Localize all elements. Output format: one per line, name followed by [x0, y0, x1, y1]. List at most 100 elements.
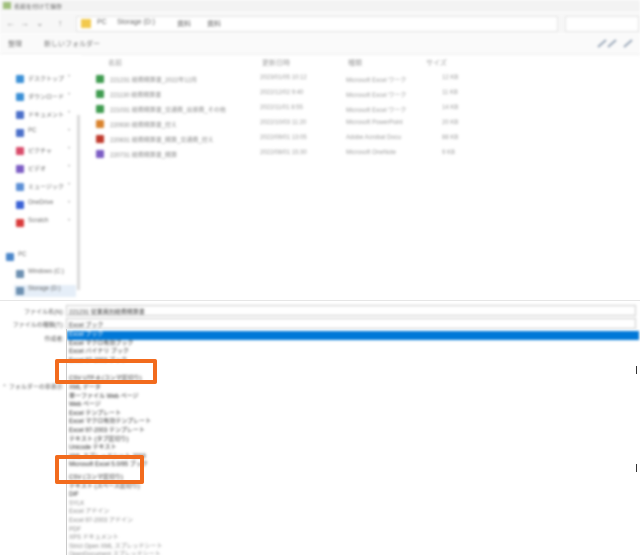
nav-item[interactable]: OneDrive •: [14, 199, 76, 211]
view-options-icon[interactable]: [596, 39, 636, 48]
pin-icon: •: [68, 92, 71, 98]
breadcrumb-item[interactable]: Storage (D:): [117, 19, 155, 26]
filetype-option[interactable]: SYLK: [67, 500, 639, 509]
file-name: 221231 経費精算書_2022年12月: [110, 78, 198, 84]
app-icon: [3, 2, 11, 9]
filetype-option[interactable]: XML スプレッドシート 2003: [67, 453, 639, 462]
file-name: 220731 経費精算書_精算: [110, 153, 178, 159]
file-date: 2022/08/01 15:30: [260, 150, 307, 156]
filetype-option[interactable]: Excel 97-2003 テンプレート: [67, 427, 639, 436]
forward-icon[interactable]: →: [20, 18, 29, 28]
chevron-down-icon[interactable]: ⌄: [36, 18, 44, 28]
folder-icon: [16, 93, 24, 101]
file-size: 88 KB: [442, 135, 459, 141]
column-header-type[interactable]: 種類: [348, 58, 362, 68]
nav-item[interactable]: ミュージック •: [14, 181, 76, 193]
pin-icon: •: [68, 146, 71, 152]
nav-item[interactable]: ピクチャ •: [14, 145, 76, 157]
filetype-option[interactable]: DIF: [67, 491, 639, 500]
folder-icon: [16, 219, 24, 227]
nav-item[interactable]: デスクトップ •: [14, 73, 76, 85]
nav-scrollbar[interactable]: [77, 115, 80, 290]
nav-item[interactable]: PC •: [14, 127, 76, 139]
nav-item-label: OneDrive: [28, 200, 54, 206]
filetype-option[interactable]: XPS ドキュメント: [67, 534, 639, 543]
nav-item-label: ミュージック: [28, 185, 64, 191]
filetype-option[interactable]: Excel バイナリ ブック: [67, 348, 639, 357]
filetype-option[interactable]: Unicode テキスト: [67, 444, 639, 453]
drive-icon: [16, 270, 24, 278]
file-date: 2022/09/01 13:05: [260, 135, 307, 141]
filetype-option[interactable]: Excel テンプレート: [67, 410, 639, 419]
column-header-date[interactable]: 更新日時: [262, 58, 290, 68]
filetype-select[interactable]: Excel ブック: [66, 318, 636, 329]
pin-icon: •: [68, 74, 71, 80]
filetype-option[interactable]: Strict Open XML スプレッドシート: [67, 543, 639, 552]
address-input[interactable]: PC Storage (D:) 資料 資料: [76, 16, 558, 32]
breadcrumb-item[interactable]: PC: [97, 19, 107, 26]
nav-item-label: ピクチャ: [28, 149, 52, 155]
filename-label: ファイル名(N):: [24, 310, 64, 316]
pin-icon: •: [68, 182, 71, 188]
nav-item[interactable]: ビデオ •: [14, 163, 76, 175]
nav-item-label: ダウンロード: [28, 95, 65, 101]
file-type: Microsoft Excel ワーク: [346, 108, 407, 114]
hide-folders-button[interactable]: ⌃ フォルダーの非表示: [2, 382, 63, 391]
filetype-option[interactable]: 単一ファイル Web ページ: [67, 393, 639, 402]
new-folder-button[interactable]: 新しいフォルダー: [44, 39, 100, 49]
window-title: 名前を付けて保存: [14, 5, 63, 11]
column-header-name[interactable]: 名前: [108, 58, 122, 68]
file-row[interactable]: 221130 経費精算書 2022/12/02 9:40 Microsoft Exc…: [96, 88, 476, 100]
back-icon[interactable]: ←: [6, 18, 15, 28]
nav-item-label: ビデオ: [28, 167, 47, 173]
pin-icon: •: [68, 218, 71, 224]
author-label: 作成者:: [44, 337, 64, 343]
pin-icon: •: [68, 200, 71, 206]
folder-icon: [16, 183, 24, 191]
filetype-option[interactable]: Excel アドイン: [67, 508, 639, 517]
column-header-size[interactable]: サイズ: [426, 58, 447, 68]
file-size: 20 KB: [442, 120, 459, 126]
folder-icon: [16, 165, 24, 173]
address-bar: ← → ⌄ ↑ PC Storage (D:) 資料 資料: [0, 12, 640, 34]
nav-item-pc[interactable]: PC: [4, 251, 66, 263]
file-row[interactable]: 220731 経費精算書_精算 2022/08/01 15:30 Microsoft…: [96, 148, 476, 160]
filename-input[interactable]: 221231 従業員別経費精算書: [66, 305, 636, 316]
drive-icon: [16, 287, 24, 295]
folder-icon: [16, 75, 24, 83]
filetype-option[interactable]: Web ページ: [67, 401, 639, 410]
filetype-option[interactable]: Excel ブック: [67, 331, 639, 340]
filetype-option[interactable]: PDF: [67, 526, 639, 535]
nav-item-label: デスクトップ: [28, 77, 65, 83]
file-size: 11 KB: [442, 90, 458, 96]
breadcrumb-item[interactable]: 資料: [207, 19, 221, 29]
filetype-option[interactable]: OpenDocument スプレッドシート: [67, 551, 639, 555]
filetype-option[interactable]: XML データ: [67, 384, 639, 393]
command-bar: 整理 新しいフォルダー: [0, 34, 640, 55]
search-input[interactable]: [565, 16, 639, 32]
filetype-option[interactable]: Excel マクロ有効テンプレート: [67, 418, 639, 427]
nav-item[interactable]: ダウンロード •: [14, 91, 76, 103]
file-icon: [96, 120, 104, 128]
nav-item-drive-c[interactable]: Windows (C:): [14, 268, 76, 280]
folder-icon: [16, 111, 24, 119]
filetype-option[interactable]: CSV (コンマ区切り): [67, 474, 639, 483]
nav-item[interactable]: Scratch •: [14, 217, 76, 229]
pin-icon: •: [68, 164, 71, 170]
file-row[interactable]: 220831 経費精算書_精算_交通費_控え 2022/09/01 13:05 Ad…: [96, 133, 476, 145]
file-name: 220831 経費精算書_精算_交通費_控え: [110, 138, 214, 144]
filetype-option[interactable]: Microsoft Excel 5.0/95 ブック: [67, 461, 639, 470]
up-icon[interactable]: ↑: [58, 18, 66, 28]
nav-item-drive-d[interactable]: Storage (D:): [14, 285, 76, 297]
file-row[interactable]: 221231 経費精算書_2022年12月 2023/01/05 10:12 Mic…: [96, 73, 476, 85]
file-icon: [96, 135, 104, 143]
breadcrumb-item[interactable]: 資料: [177, 19, 191, 29]
organize-button[interactable]: 整理: [8, 39, 22, 49]
file-row[interactable]: 221031 経費精算書_交通費_出張費_その他 2022/11/01 8:55 M…: [96, 103, 476, 115]
filetype-option[interactable]: テキスト (タブ区切り): [67, 436, 639, 445]
file-row[interactable]: 220930 経費精算書_控え 2022/10/03 11:20 Microsoft…: [96, 118, 476, 130]
filetype-option[interactable]: Excel 97-2003 アドイン: [67, 517, 639, 526]
filetype-option[interactable]: テキスト (スペース区切り): [67, 483, 639, 492]
filetype-option[interactable]: Excel マクロ有効ブック: [67, 340, 639, 349]
nav-item[interactable]: ドキュメント •: [14, 109, 76, 121]
